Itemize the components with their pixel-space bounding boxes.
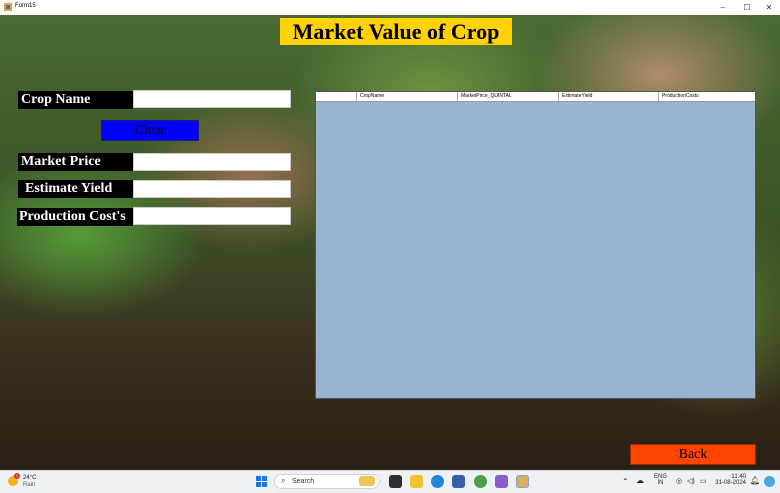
search-icon: ⌕	[281, 476, 286, 485]
search-highlight-icon	[359, 476, 375, 486]
estimate-yield-label: Estimate Yield	[18, 180, 133, 198]
app-icon	[4, 3, 12, 11]
grid-row-header-corner	[316, 92, 356, 101]
column-header-marketprice[interactable]: MarketPrice_QUINTAL	[457, 92, 558, 101]
grid-header: CropName MarketPrice_QUINTAL EstimateYie…	[316, 92, 755, 102]
region-code: IN	[657, 480, 664, 486]
chrome-icon[interactable]	[474, 475, 487, 488]
production-cost-field[interactable]	[133, 207, 291, 225]
network-icon[interactable]: ◎	[676, 477, 682, 485]
production-cost-label: Production Cost's	[17, 208, 133, 226]
weather-condition: Rain	[23, 482, 36, 488]
column-header-productioncosts[interactable]: ProductionCosts	[658, 92, 755, 101]
chevron-up-icon[interactable]: ⌃	[622, 477, 629, 486]
weather-temperature: 24°C	[23, 475, 37, 481]
maximize-button[interactable]: ☐	[736, 0, 758, 15]
page-title: Market Value of Crop	[280, 18, 512, 45]
estimate-yield-field[interactable]	[133, 180, 291, 198]
close-button[interactable]: ✕	[758, 0, 780, 15]
window-title: Form15	[15, 3, 36, 9]
minimize-button[interactable]: –	[712, 0, 734, 15]
form-app-icon[interactable]	[516, 475, 529, 488]
market-price-field[interactable]	[133, 153, 291, 171]
market-price-label: Market Price	[18, 153, 133, 171]
clock-date: 31-08-2024	[715, 480, 746, 486]
cloud-icon[interactable]: ☁	[636, 476, 644, 485]
taskbar: 1 24°C Rain ⌕ Search ⌃ ☁ ENG IN ◎ ◁) ▭ 1…	[0, 470, 780, 493]
column-header-estimateyield[interactable]: EstimateYield	[558, 92, 658, 101]
crop-name-field[interactable]	[133, 90, 291, 108]
start-icon[interactable]	[256, 476, 268, 488]
taskbar-search[interactable]: ⌕ Search	[274, 474, 380, 489]
visual-studio-icon[interactable]	[495, 475, 508, 488]
clear-button[interactable]: Clear	[101, 120, 199, 141]
language-indicator[interactable]: ENG IN	[654, 474, 667, 486]
back-button[interactable]: Back	[630, 444, 756, 465]
clock[interactable]: 11:40 31-08-2024	[712, 474, 746, 486]
column-header-cropname[interactable]: CropName	[356, 92, 457, 101]
volume-icon[interactable]: ◁)	[687, 477, 695, 485]
battery-icon[interactable]: ▭	[700, 477, 707, 485]
task-view-icon[interactable]	[389, 475, 402, 488]
file-explorer-icon[interactable]	[410, 475, 423, 488]
store-icon[interactable]	[452, 475, 465, 488]
window-titlebar: Form15 – ☐ ✕	[0, 0, 780, 15]
notification-badge: 1	[14, 473, 20, 479]
notification-bell-icon[interactable]: 🔔︎	[750, 476, 760, 485]
search-placeholder: Search	[292, 478, 315, 485]
crop-name-label: Crop Name	[18, 91, 133, 109]
copilot-icon[interactable]	[764, 476, 775, 487]
crop-data-grid[interactable]: CropName MarketPrice_QUINTAL EstimateYie…	[315, 91, 756, 399]
edge-browser-icon[interactable]	[431, 475, 444, 488]
